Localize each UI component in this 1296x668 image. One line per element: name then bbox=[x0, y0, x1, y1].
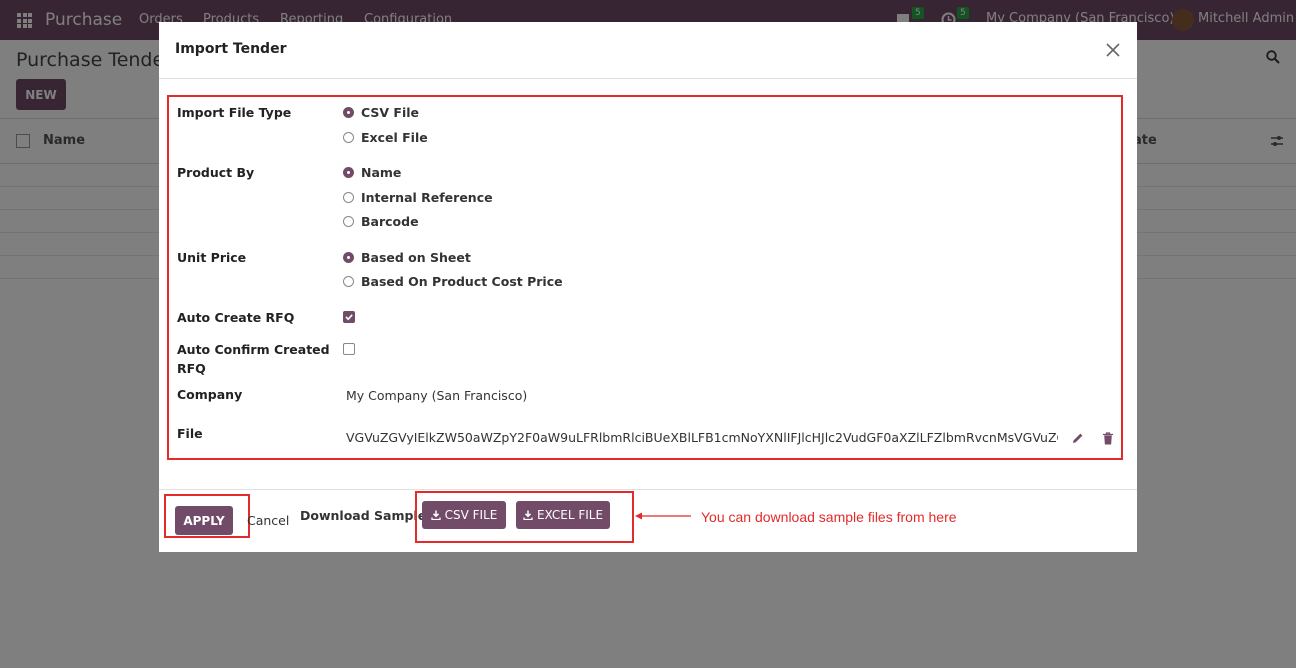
radio-product-name[interactable]: Name bbox=[343, 165, 401, 180]
radio-unselected-icon[interactable] bbox=[343, 216, 354, 227]
auto-confirm-rfq-checkbox[interactable] bbox=[343, 343, 355, 355]
radio-excel-file[interactable]: Excel File bbox=[343, 130, 428, 145]
radio-unselected-icon[interactable] bbox=[343, 192, 354, 203]
radio-selected-icon[interactable] bbox=[343, 252, 354, 263]
csv-file-button[interactable]: CSV FILE bbox=[422, 501, 506, 529]
radio-unselected-icon[interactable] bbox=[343, 276, 354, 287]
auto-create-rfq-checkbox[interactable] bbox=[343, 311, 355, 323]
label-auto-create-rfq: Auto Create RFQ bbox=[177, 310, 295, 325]
label-line-1: Auto Confirm Created bbox=[177, 342, 330, 357]
close-icon[interactable] bbox=[1104, 41, 1122, 59]
label-product-by: Product By bbox=[177, 165, 255, 180]
radio-csv-file[interactable]: CSV File bbox=[343, 105, 419, 120]
label-unit-price: Unit Price bbox=[177, 250, 247, 265]
dialog-title: Import Tender bbox=[175, 41, 287, 57]
download-sample-label: Download Sample: bbox=[300, 508, 432, 523]
csv-file-button-label: CSV FILE bbox=[444, 508, 498, 522]
pencil-icon[interactable] bbox=[1072, 432, 1084, 444]
label-import-file-type: Import File Type bbox=[177, 105, 292, 120]
company-value: My Company (San Francisco) bbox=[346, 388, 528, 403]
file-value: VGVuZGVyIElkZW50aWZpY2F0aW9uLFRlbmRlciBU… bbox=[346, 430, 1058, 445]
download-icon bbox=[523, 510, 533, 520]
label-line-2: RFQ bbox=[177, 361, 206, 376]
excel-file-button[interactable]: EXCEL FILE bbox=[516, 501, 610, 529]
radio-barcode[interactable]: Barcode bbox=[343, 214, 419, 229]
label-company: Company bbox=[177, 387, 243, 402]
radio-internal-reference[interactable]: Internal Reference bbox=[343, 190, 493, 205]
radio-based-on-cost-price[interactable]: Based On Product Cost Price bbox=[343, 274, 563, 289]
import-tender-dialog: Import Tender Import File Type CSV File … bbox=[159, 22, 1137, 552]
label-file: File bbox=[177, 426, 203, 441]
excel-file-button-label: EXCEL FILE bbox=[536, 508, 604, 522]
annotation-arrow-icon bbox=[635, 512, 691, 520]
download-icon bbox=[430, 510, 441, 520]
check-icon bbox=[345, 314, 353, 321]
cancel-button[interactable]: Cancel bbox=[247, 513, 289, 528]
annotation-text: You can download sample files from here bbox=[701, 509, 957, 525]
label-auto-confirm-rfq: Auto Confirm Created RFQ bbox=[177, 340, 330, 378]
import-form: Import File Type CSV File Excel File Pro… bbox=[167, 95, 1123, 460]
trash-icon[interactable] bbox=[1102, 432, 1114, 445]
radio-unselected-icon[interactable] bbox=[343, 132, 354, 143]
radio-based-on-sheet[interactable]: Based on Sheet bbox=[343, 250, 471, 265]
apply-button[interactable]: APPLY bbox=[175, 506, 233, 535]
radio-selected-icon[interactable] bbox=[343, 167, 354, 178]
dialog-header: Import Tender bbox=[159, 22, 1137, 79]
radio-selected-icon[interactable] bbox=[343, 107, 354, 118]
